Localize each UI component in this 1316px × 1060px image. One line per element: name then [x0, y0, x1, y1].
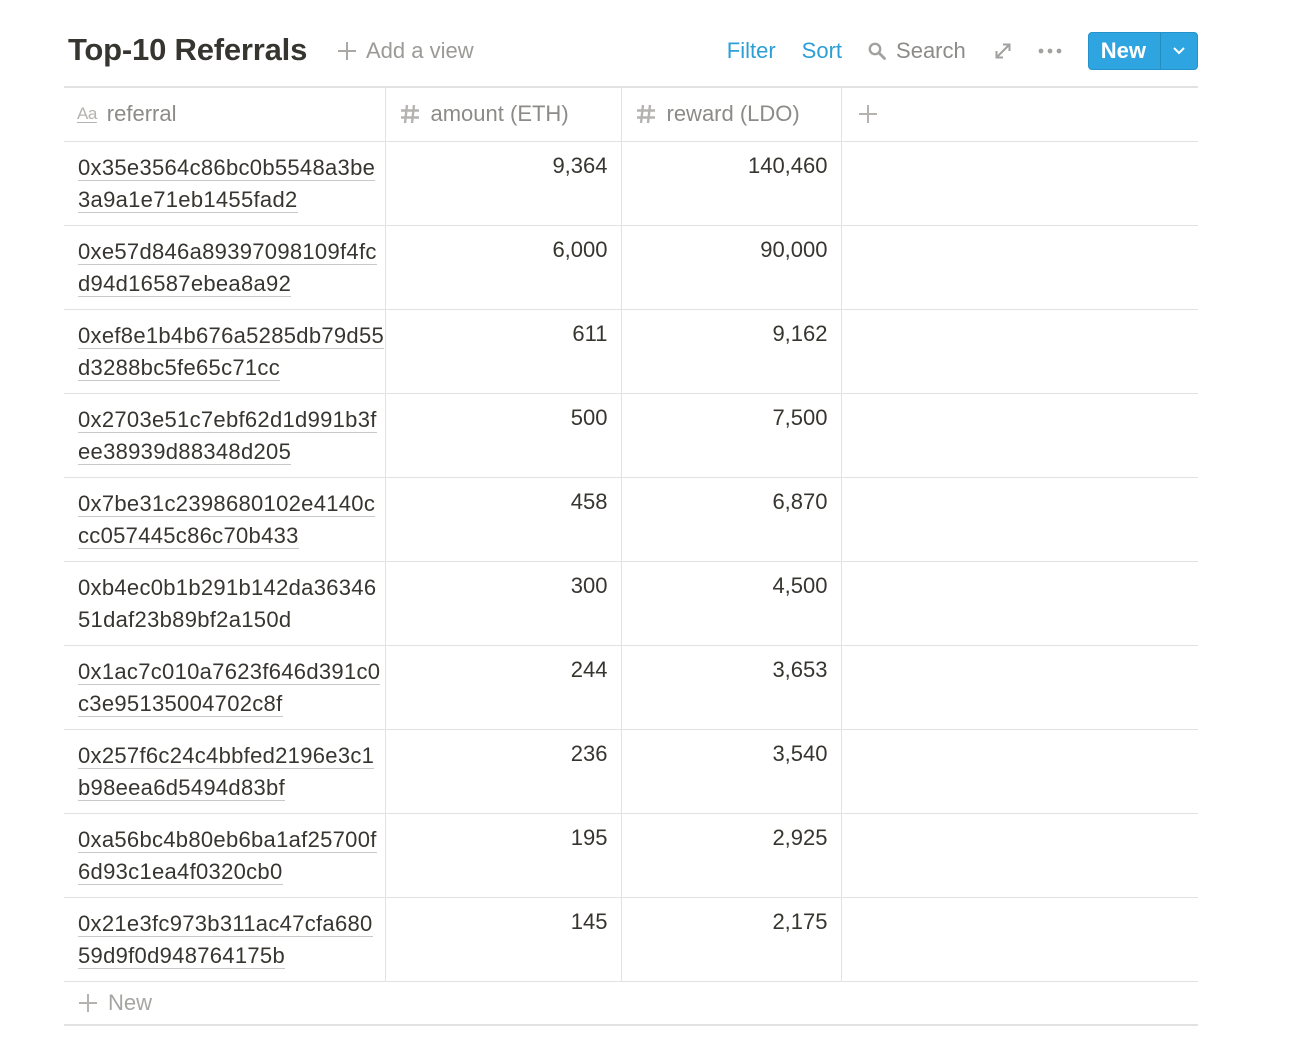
referral-cell[interactable]: 0xa56bc4b80eb6ba1af25700f6d93c1ea4f0320c… — [64, 812, 385, 898]
table-row[interactable]: 0xe57d846a89397098109f4fcd94d16587ebea8a… — [64, 224, 1198, 310]
page-title: Top-10 Referrals — [68, 32, 308, 67]
filter-button[interactable]: Filter — [727, 38, 776, 64]
amount-cell[interactable]: 244 — [384, 644, 621, 730]
referral-address[interactable]: 0x1ac7c010a7623f646d391c0c3e95135004702c… — [78, 658, 381, 717]
amount-cell[interactable]: 195 — [384, 812, 621, 898]
referral-address[interactable]: 0xe57d846a89397098109f4fcd94d16587ebea8a… — [78, 238, 377, 297]
reward-cell[interactable]: 4,500 — [620, 560, 841, 646]
plus-icon — [79, 993, 97, 1012]
column-header-reward[interactable]: reward (LDO) — [620, 86, 841, 142]
table-row[interactable]: 0xb4ec0b1b291b142da3634651daf23b89bf2a15… — [64, 560, 1198, 646]
expand-button[interactable] — [994, 42, 1012, 60]
empty-cell — [840, 308, 1198, 394]
table-row[interactable]: 0xa56bc4b80eb6ba1af25700f6d93c1ea4f0320c… — [64, 812, 1198, 898]
empty-cell — [840, 392, 1198, 478]
table-header-row: Aa referral amount (ETH) reward (LDO) — [64, 86, 1198, 142]
add-row-label: New — [108, 989, 153, 1015]
referral-address[interactable]: 0xb4ec0b1b291b142da3634651daf23b89bf2a15… — [78, 575, 376, 632]
amount-cell[interactable]: 236 — [384, 728, 621, 814]
referral-cell[interactable]: 0x257f6c24c4bbfed2196e3c1b98eea6d5494d83… — [64, 728, 385, 814]
new-button-group: New — [1087, 32, 1198, 70]
plus-icon — [858, 105, 877, 124]
search-label: Search — [896, 38, 966, 63]
empty-cell — [840, 896, 1198, 982]
referral-cell[interactable]: 0x35e3564c86bc0b5548a3be3a9a1e71eb1455fa… — [64, 140, 385, 226]
column-label: referral — [106, 101, 177, 127]
reward-cell[interactable]: 3,653 — [620, 644, 841, 730]
empty-cell — [840, 812, 1198, 898]
toolbar: Filter Sort Search New — [727, 32, 1198, 70]
referral-address[interactable]: 0xa56bc4b80eb6ba1af25700f6d93c1ea4f0320c… — [78, 826, 377, 885]
amount-cell[interactable]: 6,000 — [384, 224, 621, 310]
amount-cell[interactable]: 145 — [384, 896, 621, 982]
referral-cell[interactable]: 0xe57d846a89397098109f4fcd94d16587ebea8a… — [64, 224, 385, 310]
table-row[interactable]: 0x2703e51c7ebf62d1d991b3fee38939d88348d2… — [64, 392, 1198, 478]
new-dropdown-button[interactable] — [1160, 33, 1197, 69]
new-button[interactable]: New — [1089, 33, 1160, 69]
amount-cell[interactable]: 300 — [384, 560, 621, 646]
search-button[interactable]: Search — [868, 38, 966, 64]
chevron-down-icon — [1173, 47, 1185, 55]
sort-button[interactable]: Sort — [802, 38, 842, 64]
referral-cell[interactable]: 0x2703e51c7ebf62d1d991b3fee38939d88348d2… — [64, 392, 385, 478]
column-label: reward (LDO) — [666, 101, 800, 127]
reward-cell[interactable]: 90,000 — [620, 224, 841, 310]
referral-address[interactable]: 0xef8e1b4b676a5285db79d55d3288bc5fe65c71… — [78, 322, 385, 381]
referrals-table: Aa referral amount (ETH) reward (LDO) 0x… — [64, 86, 1198, 982]
table-row[interactable]: 0xef8e1b4b676a5285db79d55d3288bc5fe65c71… — [64, 308, 1198, 394]
table-row[interactable]: 0x1ac7c010a7623f646d391c0c3e95135004702c… — [64, 644, 1198, 730]
add-view-button[interactable]: Add a view — [338, 38, 474, 64]
amount-cell[interactable]: 458 — [384, 476, 621, 562]
empty-cell — [840, 476, 1198, 562]
table-row[interactable]: 0x257f6c24c4bbfed2196e3c1b98eea6d5494d83… — [64, 728, 1198, 814]
search-icon — [868, 42, 886, 60]
expand-icon — [995, 43, 1011, 59]
empty-cell — [840, 644, 1198, 730]
view-header: Top-10 Referrals Add a view Filter Sort … — [64, 0, 1198, 86]
more-icon — [1038, 48, 1062, 54]
database-view: Top-10 Referrals Add a view Filter Sort … — [64, 0, 1198, 1026]
amount-cell[interactable]: 9,364 — [384, 140, 621, 226]
table-row[interactable]: 0x35e3564c86bc0b5548a3be3a9a1e71eb1455fa… — [64, 140, 1198, 226]
number-property-icon — [400, 105, 419, 124]
empty-cell — [840, 140, 1198, 226]
referral-cell[interactable]: 0x21e3fc973b311ac47cfa68059d9f0d94876417… — [64, 896, 385, 982]
reward-cell[interactable]: 3,540 — [620, 728, 841, 814]
referral-address[interactable]: 0x2703e51c7ebf62d1d991b3fee38939d88348d2… — [78, 406, 377, 465]
amount-cell[interactable]: 500 — [384, 392, 621, 478]
number-property-icon — [636, 105, 655, 124]
column-header-amount[interactable]: amount (ETH) — [384, 86, 621, 142]
empty-cell — [840, 224, 1198, 310]
column-header-referral[interactable]: Aa referral — [64, 86, 385, 142]
add-row-button[interactable]: New — [64, 982, 1198, 1026]
referral-address[interactable]: 0x7be31c2398680102e4140ccc057445c86c70b4… — [78, 490, 376, 549]
reward-cell[interactable]: 2,175 — [620, 896, 841, 982]
referral-cell[interactable]: 0x1ac7c010a7623f646d391c0c3e95135004702c… — [64, 644, 385, 730]
referral-cell[interactable]: 0xef8e1b4b676a5285db79d55d3288bc5fe65c71… — [64, 308, 385, 394]
referral-cell[interactable]: 0xb4ec0b1b291b142da3634651daf23b89bf2a15… — [64, 560, 385, 646]
empty-cell — [840, 728, 1198, 814]
referral-address[interactable]: 0x21e3fc973b311ac47cfa68059d9f0d94876417… — [78, 910, 373, 969]
amount-cell[interactable]: 611 — [384, 308, 621, 394]
table-row[interactable]: 0x21e3fc973b311ac47cfa68059d9f0d94876417… — [64, 896, 1198, 982]
empty-cell — [840, 560, 1198, 646]
add-column-button[interactable] — [840, 86, 1198, 142]
referral-cell[interactable]: 0x7be31c2398680102e4140ccc057445c86c70b4… — [64, 476, 385, 562]
column-label: amount (ETH) — [430, 101, 569, 127]
referral-address[interactable]: 0x257f6c24c4bbfed2196e3c1b98eea6d5494d83… — [78, 742, 375, 801]
reward-cell[interactable]: 9,162 — [620, 308, 841, 394]
reward-cell[interactable]: 140,460 — [620, 140, 841, 226]
reward-cell[interactable]: 6,870 — [620, 476, 841, 562]
more-options-button[interactable] — [1038, 47, 1062, 55]
reward-cell[interactable]: 7,500 — [620, 392, 841, 478]
plus-icon — [338, 42, 356, 60]
text-property-icon: Aa — [77, 104, 97, 124]
add-view-label: Add a view — [366, 38, 474, 63]
reward-cell[interactable]: 2,925 — [620, 812, 841, 898]
referral-address[interactable]: 0x35e3564c86bc0b5548a3be3a9a1e71eb1455fa… — [78, 154, 376, 213]
table-row[interactable]: 0x7be31c2398680102e4140ccc057445c86c70b4… — [64, 476, 1198, 562]
